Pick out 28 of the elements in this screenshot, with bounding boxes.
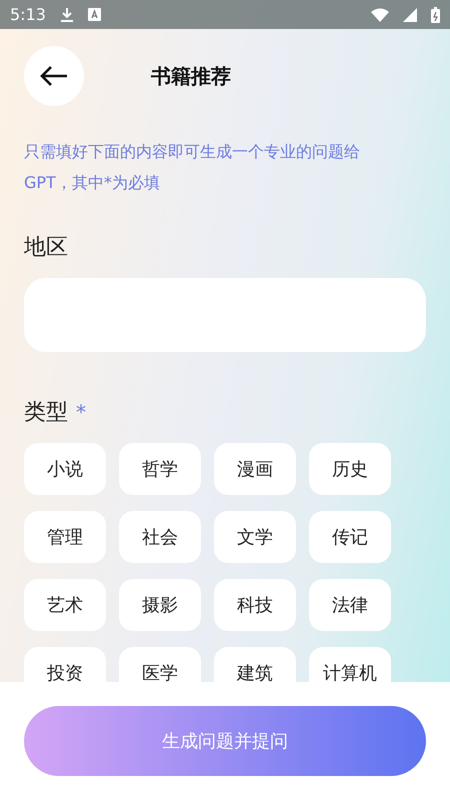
intro-text: 只需填好下面的内容即可生成一个专业的问题给GPT，其中*为必填 (24, 141, 361, 194)
type-chip[interactable]: 传记 (309, 511, 391, 563)
type-chip[interactable]: 历史 (309, 443, 391, 495)
status-time: 5:13 (10, 5, 46, 24)
signal-icon (403, 8, 417, 22)
wifi-icon (371, 8, 389, 22)
download-icon (60, 6, 74, 22)
type-chip[interactable]: 社会 (119, 511, 201, 563)
type-chip[interactable]: 摄影 (119, 579, 201, 631)
type-chip[interactable]: 漫画 (214, 443, 296, 495)
required-mark: * (76, 400, 86, 424)
type-chip[interactable]: 法律 (309, 579, 391, 631)
page-title: 书籍推荐 (151, 62, 231, 90)
region-label: 地区 (24, 234, 69, 262)
type-chip[interactable]: 投资 (24, 647, 106, 682)
type-label: 类型 (24, 399, 68, 427)
type-chip[interactable]: 医学 (119, 647, 201, 682)
back-arrow-icon (40, 66, 68, 86)
type-chip[interactable]: 哲学 (119, 443, 201, 495)
type-chip[interactable]: 管理 (24, 511, 106, 563)
type-chip[interactable]: 建筑 (214, 647, 296, 682)
region-field[interactable] (24, 278, 426, 352)
type-chip[interactable]: 文学 (214, 511, 296, 563)
type-chip[interactable]: 艺术 (24, 579, 106, 631)
battery-icon (431, 6, 440, 22)
type-chip[interactable]: 小说 (24, 443, 106, 495)
type-chip[interactable]: 科技 (214, 579, 296, 631)
type-chip[interactable]: 计算机 (309, 647, 391, 682)
